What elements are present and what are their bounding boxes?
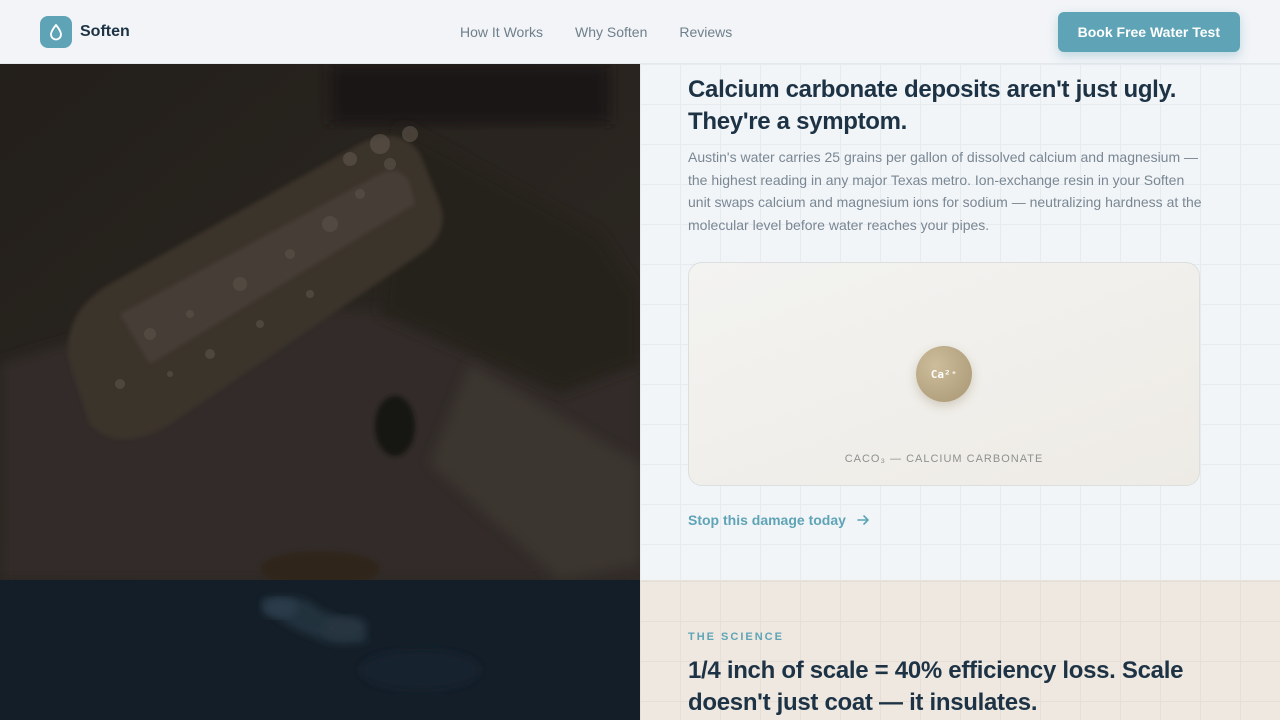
molecule-caption: CACO₃ — CALCIUM CARBONATE (844, 453, 1044, 465)
science-eyebrow: THE SCIENCE (688, 631, 784, 643)
limescale-section: Calcium carbonate deposits aren't just u… (640, 64, 1280, 580)
brand-logo[interactable]: Soften (40, 16, 130, 48)
nav-link-why-soften[interactable]: Why Soften (575, 24, 647, 40)
limescale-pipe-photo (0, 64, 640, 580)
calcium-ion: Ca²⁺ (916, 346, 972, 402)
science-headline: 1/4 inch of scale = 40% efficiency loss.… (688, 657, 1184, 716)
nav-link-reviews[interactable]: Reviews (679, 24, 732, 40)
section-headline: Calcium carbonate deposits aren't just u… (688, 76, 1177, 135)
arrow-right-icon (856, 513, 870, 527)
book-water-test-button[interactable]: Book Free Water Test (1057, 12, 1240, 52)
nav-link-how-it-works[interactable]: How It Works (460, 24, 543, 40)
science-section: THE SCIENCE 1/4 inch of scale = 40% effi… (640, 580, 1280, 720)
droplet-icon (40, 16, 72, 48)
site-header: Soften How It Works Why Soften Reviews B… (0, 0, 1280, 64)
molecule-card: Ca²⁺ CACO₃ — CALCIUM CARBONATE (688, 262, 1200, 486)
stop-damage-label: Stop this damage today (688, 512, 846, 528)
section-body: Austin's water carries 25 grains per gal… (688, 149, 1202, 233)
dark-water-photo (0, 580, 640, 720)
main-nav: How It Works Why Soften Reviews (460, 24, 764, 40)
brand-name: Soften (80, 23, 130, 40)
stop-damage-link[interactable]: Stop this damage today (688, 512, 870, 528)
